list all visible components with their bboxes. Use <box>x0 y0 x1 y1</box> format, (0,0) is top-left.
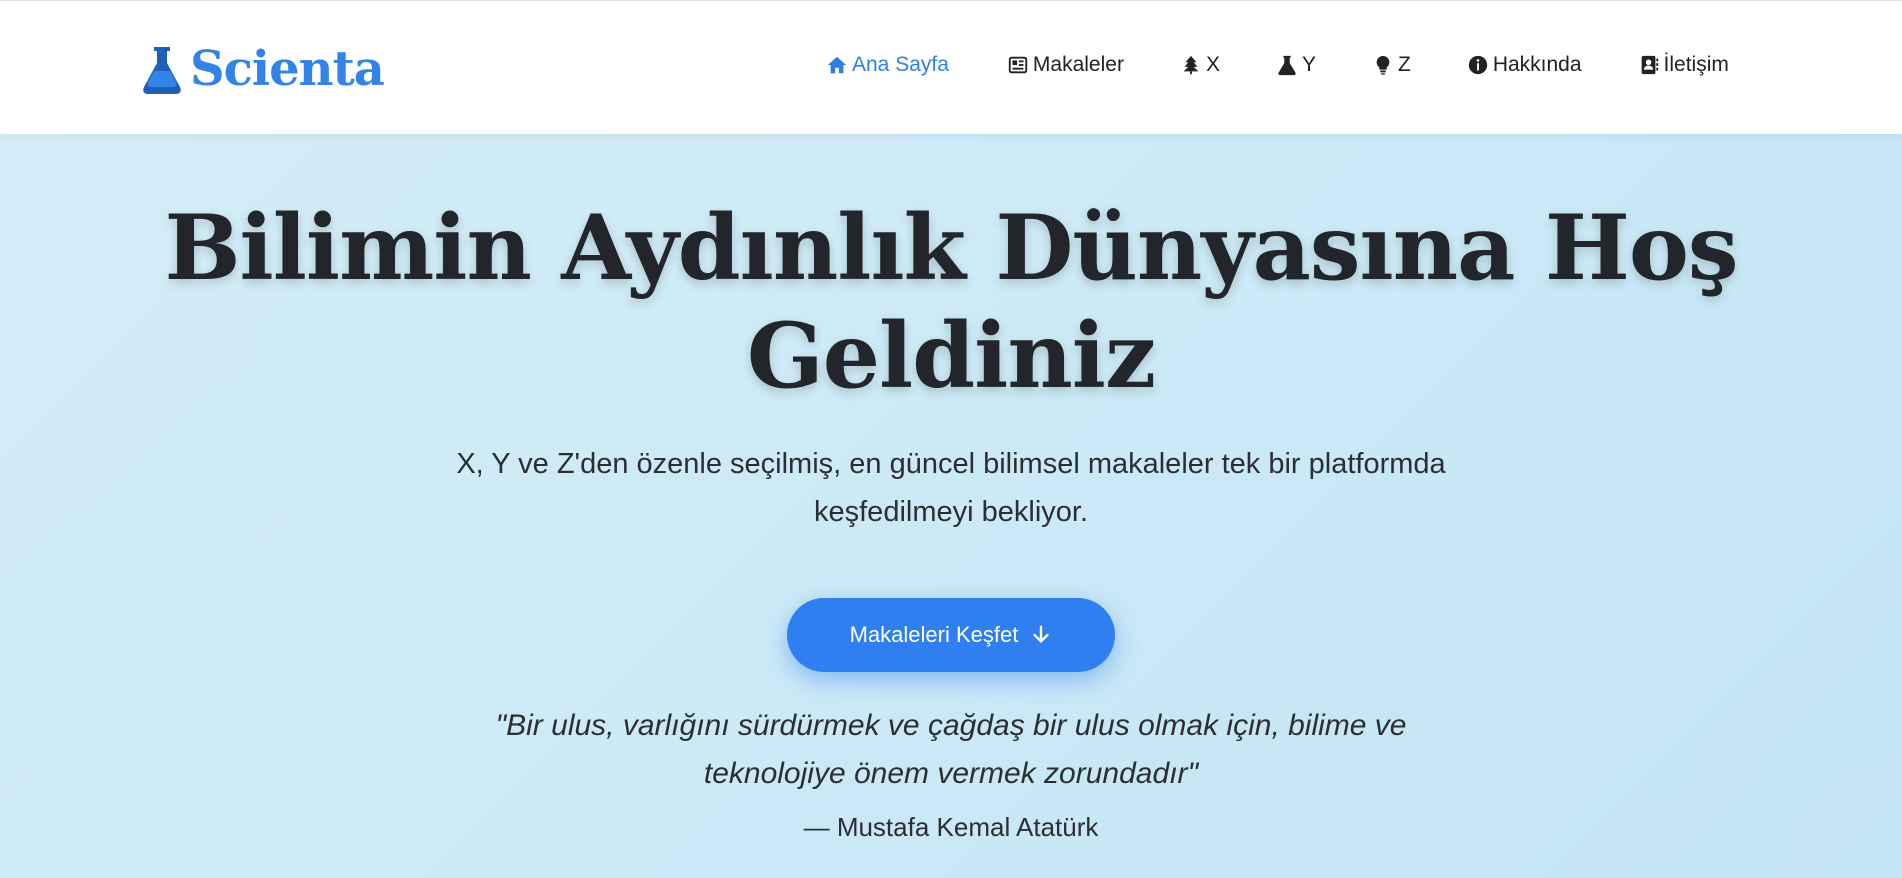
flask-logo-icon <box>143 47 181 94</box>
nav-item-makaleler[interactable]: Makaleler <box>1007 53 1124 77</box>
nav-item-y[interactable]: Y <box>1276 53 1316 77</box>
nav-label: Hakkında <box>1492 53 1582 76</box>
explore-articles-label: Makaleleri Keşfet <box>849 622 1019 647</box>
nav-label: İletişim <box>1663 53 1729 76</box>
arrow-down-icon <box>1033 625 1049 643</box>
nav-label: Z <box>1397 53 1411 76</box>
nav-label: Ana Sayfa <box>852 53 949 76</box>
ataturk-quote: "Bir ulus, varlığını sürdürmek ve çağdaş… <box>495 709 1407 790</box>
brand-logo-link[interactable]: Scienta <box>142 41 385 97</box>
flask-icon <box>1278 55 1296 76</box>
hero-section: Bilimin Aydınlık Dünyasına Hoş Geldiniz … <box>0 134 1902 878</box>
nav-label: X <box>1205 53 1220 76</box>
nav-label: Y <box>1301 53 1316 76</box>
lightbulb-icon <box>1376 55 1390 75</box>
nav-label: Makaleler <box>1032 53 1124 76</box>
contact-card-icon <box>1641 55 1658 75</box>
newspaper-icon <box>1008 56 1028 74</box>
home-icon <box>827 56 847 74</box>
main-nav: Ana Sayfa Makaleler X Y Z Hakkında İleti… <box>826 53 1729 77</box>
explore-articles-button[interactable]: Makaleleri Keşfet <box>787 598 1115 672</box>
quote-author: — Mustafa Kemal Atatürk <box>803 812 1099 842</box>
nav-item-x[interactable]: X <box>1180 53 1220 77</box>
nav-item-ana-sayfa[interactable]: Ana Sayfa <box>826 53 949 77</box>
nav-item-z[interactable]: Z <box>1372 53 1411 77</box>
tree-icon <box>1183 55 1199 75</box>
hero-title: Bilimin Aydınlık Dünyasına Hoş Geldiniz <box>164 195 1738 409</box>
navbar: Scienta Ana Sayfa Makaleler X Y Z Hakkın… <box>0 0 1902 134</box>
hero-subtitle: X, Y ve Z'den özenle seçilmiş, en güncel… <box>456 448 1446 528</box>
brand-name: Scienta <box>190 41 385 97</box>
info-icon <box>1468 55 1487 75</box>
nav-item-hakkinda[interactable]: Hakkında <box>1467 53 1582 77</box>
nav-item-iletisim[interactable]: İletişim <box>1638 53 1729 77</box>
